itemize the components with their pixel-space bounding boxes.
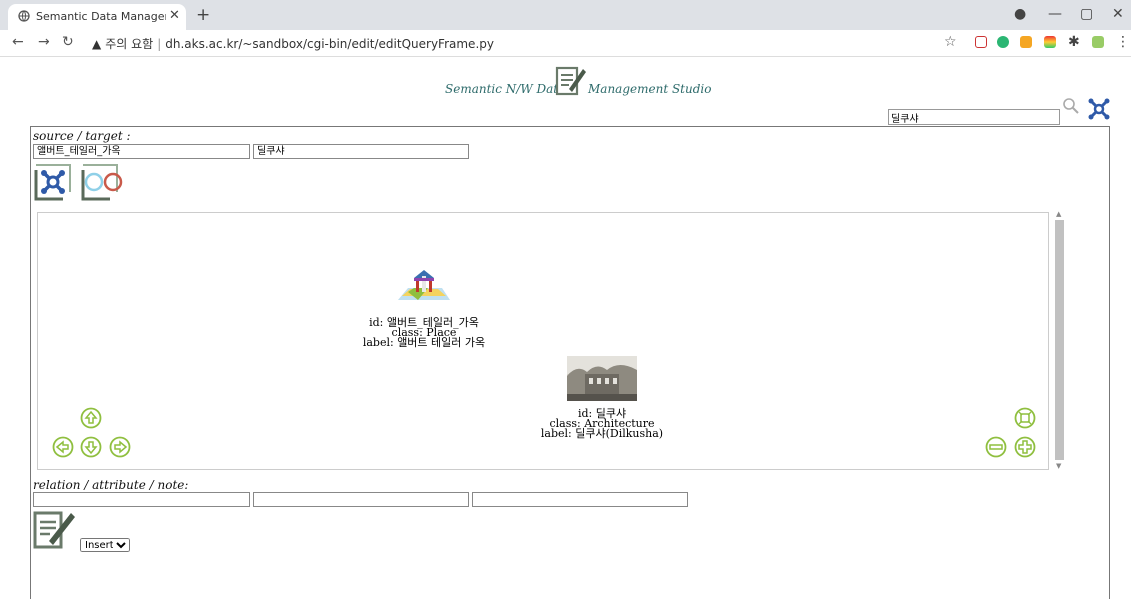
globe-icon [18, 10, 30, 22]
menu-icon[interactable]: ⋮ [1116, 34, 1130, 50]
node-architecture-label: label: 딜쿠샤(Dilkusha) [540, 427, 664, 440]
action-select[interactable]: Insert [80, 538, 130, 552]
warning-icon: ▲ [92, 37, 102, 51]
network-graph-icon[interactable] [1087, 97, 1111, 121]
pan-down-icon[interactable] [80, 436, 102, 458]
edit-document-icon [555, 66, 586, 96]
back-button[interactable]: ← [12, 34, 24, 50]
scroll-down-arrow-icon[interactable]: ▼ [1056, 462, 1061, 470]
relation-input[interactable] [33, 492, 250, 507]
source-target-label: source / target : [33, 129, 131, 143]
close-window-button[interactable]: ✕ [1112, 6, 1124, 22]
address-bar: ← → ↻ ▲ 주의 요함 | dh.aks.ac.kr/~sandbox/cgi-b… [0, 30, 1131, 57]
search-icon[interactable] [1062, 97, 1080, 115]
scrollbar-thumb[interactable] [1055, 220, 1064, 460]
place-node-icon[interactable] [398, 266, 450, 306]
url-field[interactable]: ▲ 주의 요함 | dh.aks.ac.kr/~sandbox/cgi-bin/edi… [92, 35, 494, 52]
pan-left-icon[interactable] [52, 436, 74, 458]
new-tab-button[interactable]: + [196, 5, 210, 25]
zoom-in-icon[interactable] [1014, 436, 1036, 458]
url-separator: | [157, 37, 162, 51]
browser-tab[interactable]: Semantic Data Management St ✕ [8, 4, 186, 30]
reload-button[interactable]: ↻ [62, 34, 74, 50]
extension-icon-1[interactable] [975, 36, 987, 48]
target-input[interactable] [253, 144, 469, 159]
extension-icon-4[interactable] [1044, 36, 1056, 48]
close-tab-icon[interactable]: ✕ [169, 8, 180, 23]
app-title-right: Management Studio [588, 82, 712, 96]
attribute-input[interactable] [253, 492, 469, 507]
pan-up-icon[interactable] [80, 407, 102, 429]
forward-button[interactable]: → [38, 34, 50, 50]
browser-tab-bar: Semantic Data Management St ✕ + ● — ▢ ✕ [0, 0, 1131, 30]
edit-submit-icon[interactable] [33, 509, 77, 551]
zoom-out-icon[interactable] [985, 436, 1007, 458]
app-title-left: Semantic N/W Data [445, 82, 566, 96]
swap-source-target-icon[interactable] [80, 162, 126, 202]
extension-icon-2[interactable] [997, 36, 1009, 48]
puzzle-icon[interactable]: ✱ [1068, 34, 1080, 50]
zoom-fit-icon[interactable] [1014, 407, 1036, 429]
minimize-button[interactable]: — [1048, 6, 1062, 22]
scroll-up-arrow-icon[interactable]: ▲ [1056, 210, 1061, 218]
maximize-button[interactable]: ▢ [1080, 6, 1093, 22]
architecture-node-photo[interactable] [567, 356, 637, 401]
security-warning: 주의 요함 [105, 37, 154, 51]
pan-right-icon[interactable] [109, 436, 131, 458]
extension-icon-5[interactable] [1092, 36, 1104, 48]
extension-icon-3[interactable] [1020, 36, 1032, 48]
node-place-label: label: 앨버트 테일러 가옥 [362, 336, 486, 349]
relation-label: relation / attribute / note: [33, 478, 189, 492]
network-search-icon[interactable] [33, 162, 73, 202]
node-place-text: id: 앨버트_테일러_가옥 class: Place label: 앨버트 테… [330, 317, 518, 349]
note-input[interactable] [472, 492, 688, 507]
search-input[interactable] [888, 109, 1060, 125]
url-text: dh.aks.ac.kr/~sandbox/cgi-bin/edit/editQ… [165, 37, 494, 51]
tab-title: Semantic Data Management St [36, 10, 166, 23]
node-architecture-text: id: 딜쿠샤 class: Architecture label: 딜쿠샤(D… [507, 408, 697, 440]
source-input[interactable] [33, 144, 250, 159]
graph-scrollbar[interactable]: ▲ ▼ [1053, 210, 1066, 472]
profile-icon[interactable]: ● [1014, 6, 1026, 22]
bookmark-star-icon[interactable]: ☆ [944, 34, 957, 50]
